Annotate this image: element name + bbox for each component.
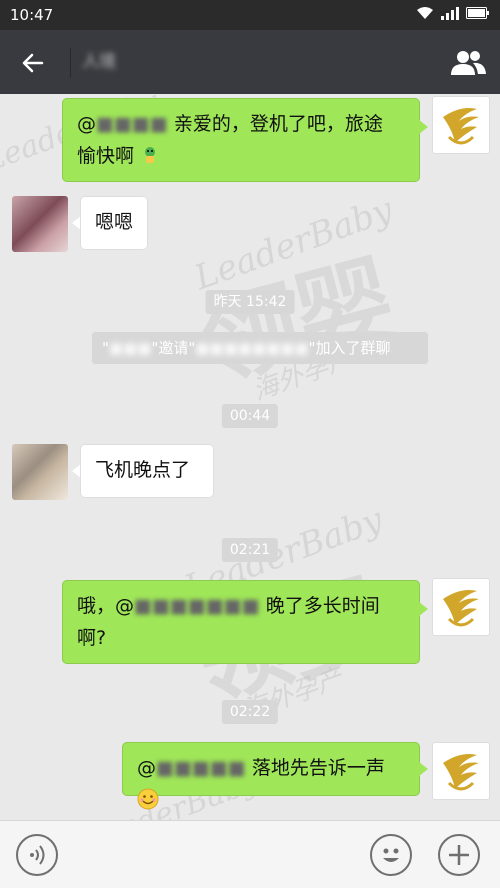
watermark-brand: LeaderBaby [189, 189, 398, 299]
bubble-tail [419, 120, 428, 134]
avatar-self[interactable] [432, 742, 490, 800]
message-text: 亲爱的，登机了吧，旅途 [173, 113, 383, 135]
message-bubble-incoming[interactable]: 飞机晚点了 [80, 444, 214, 498]
message-text: 愉快啊 [77, 145, 135, 167]
timestamp: 昨天 15:42 [205, 290, 295, 314]
input-bar [0, 820, 500, 888]
bubble-tail [419, 762, 428, 776]
signal-icon [441, 7, 459, 20]
group-members-button[interactable] [448, 47, 488, 79]
voice-button[interactable] [16, 834, 58, 876]
people-icon [451, 51, 486, 75]
status-icons [416, 6, 490, 20]
mention-name-blurred: ■■■■ [96, 113, 168, 135]
avatar-self[interactable] [432, 578, 490, 636]
message-text: 嗯嗯 [95, 211, 134, 233]
message-text: 哦，@ [77, 595, 135, 617]
timestamp: 02:21 [221, 538, 279, 562]
message-bubble-outgoing[interactable]: 哦，@■■■■■■■ 晚了多长时间 啊? [62, 580, 420, 664]
plus-icon [449, 845, 469, 865]
message-bubble-outgoing[interactable]: @■■■■■ 落地先告诉一声 [122, 742, 420, 810]
chat-title: 人境 [82, 52, 116, 72]
message-text: 飞机晚点了 [95, 459, 191, 481]
message-text: 晚了多长时间 [265, 595, 380, 617]
chat-area[interactable]: 领婴 LeaderBaby 海外孕产 领婴 LeaderBaby 海外孕产 Le… [0, 94, 500, 820]
emoji-button[interactable] [370, 834, 412, 876]
chat-header: 人境 [0, 30, 500, 94]
system-message: "■■■"邀请"■■■■■■■■"加入了群聊 [92, 332, 428, 364]
smiley-icon [383, 848, 399, 862]
status-time: 10:47 [10, 6, 54, 24]
more-options-button[interactable] [438, 834, 480, 876]
message-bubble-outgoing[interactable]: @■■■■ 亲爱的，登机了吧，旅途 愉快啊 [62, 98, 420, 182]
timestamp: 00:44 [221, 404, 279, 428]
back-button[interactable] [16, 46, 50, 80]
message-text: 落地先告诉一声 [251, 757, 385, 779]
mention-prefix: @ [77, 113, 96, 135]
wings-logo-icon [443, 590, 479, 627]
battery-icon [466, 7, 489, 19]
wings-logo-icon [443, 754, 479, 791]
message-text: 啊? [77, 627, 107, 649]
bubble-tail [419, 602, 428, 616]
status-bar: 10:47 [0, 0, 500, 30]
header-divider [70, 48, 71, 78]
mention-prefix: @ [137, 757, 156, 779]
wings-logo-icon [443, 108, 479, 145]
avatar-contact[interactable] [12, 444, 68, 500]
timestamp: 02:22 [221, 700, 279, 724]
mention-name-blurred: ■■■■■ [156, 757, 246, 779]
message-bubble-incoming[interactable]: 嗯嗯 [80, 196, 148, 250]
voice-icon [30, 845, 45, 865]
mention-name-blurred: ■■■■■■■ [134, 595, 260, 617]
wifi-icon [417, 7, 433, 19]
avatar-contact[interactable] [12, 196, 68, 252]
emoji-icon [140, 143, 160, 163]
avatar-self[interactable] [432, 96, 490, 154]
smiley-emoji-icon [137, 788, 159, 810]
